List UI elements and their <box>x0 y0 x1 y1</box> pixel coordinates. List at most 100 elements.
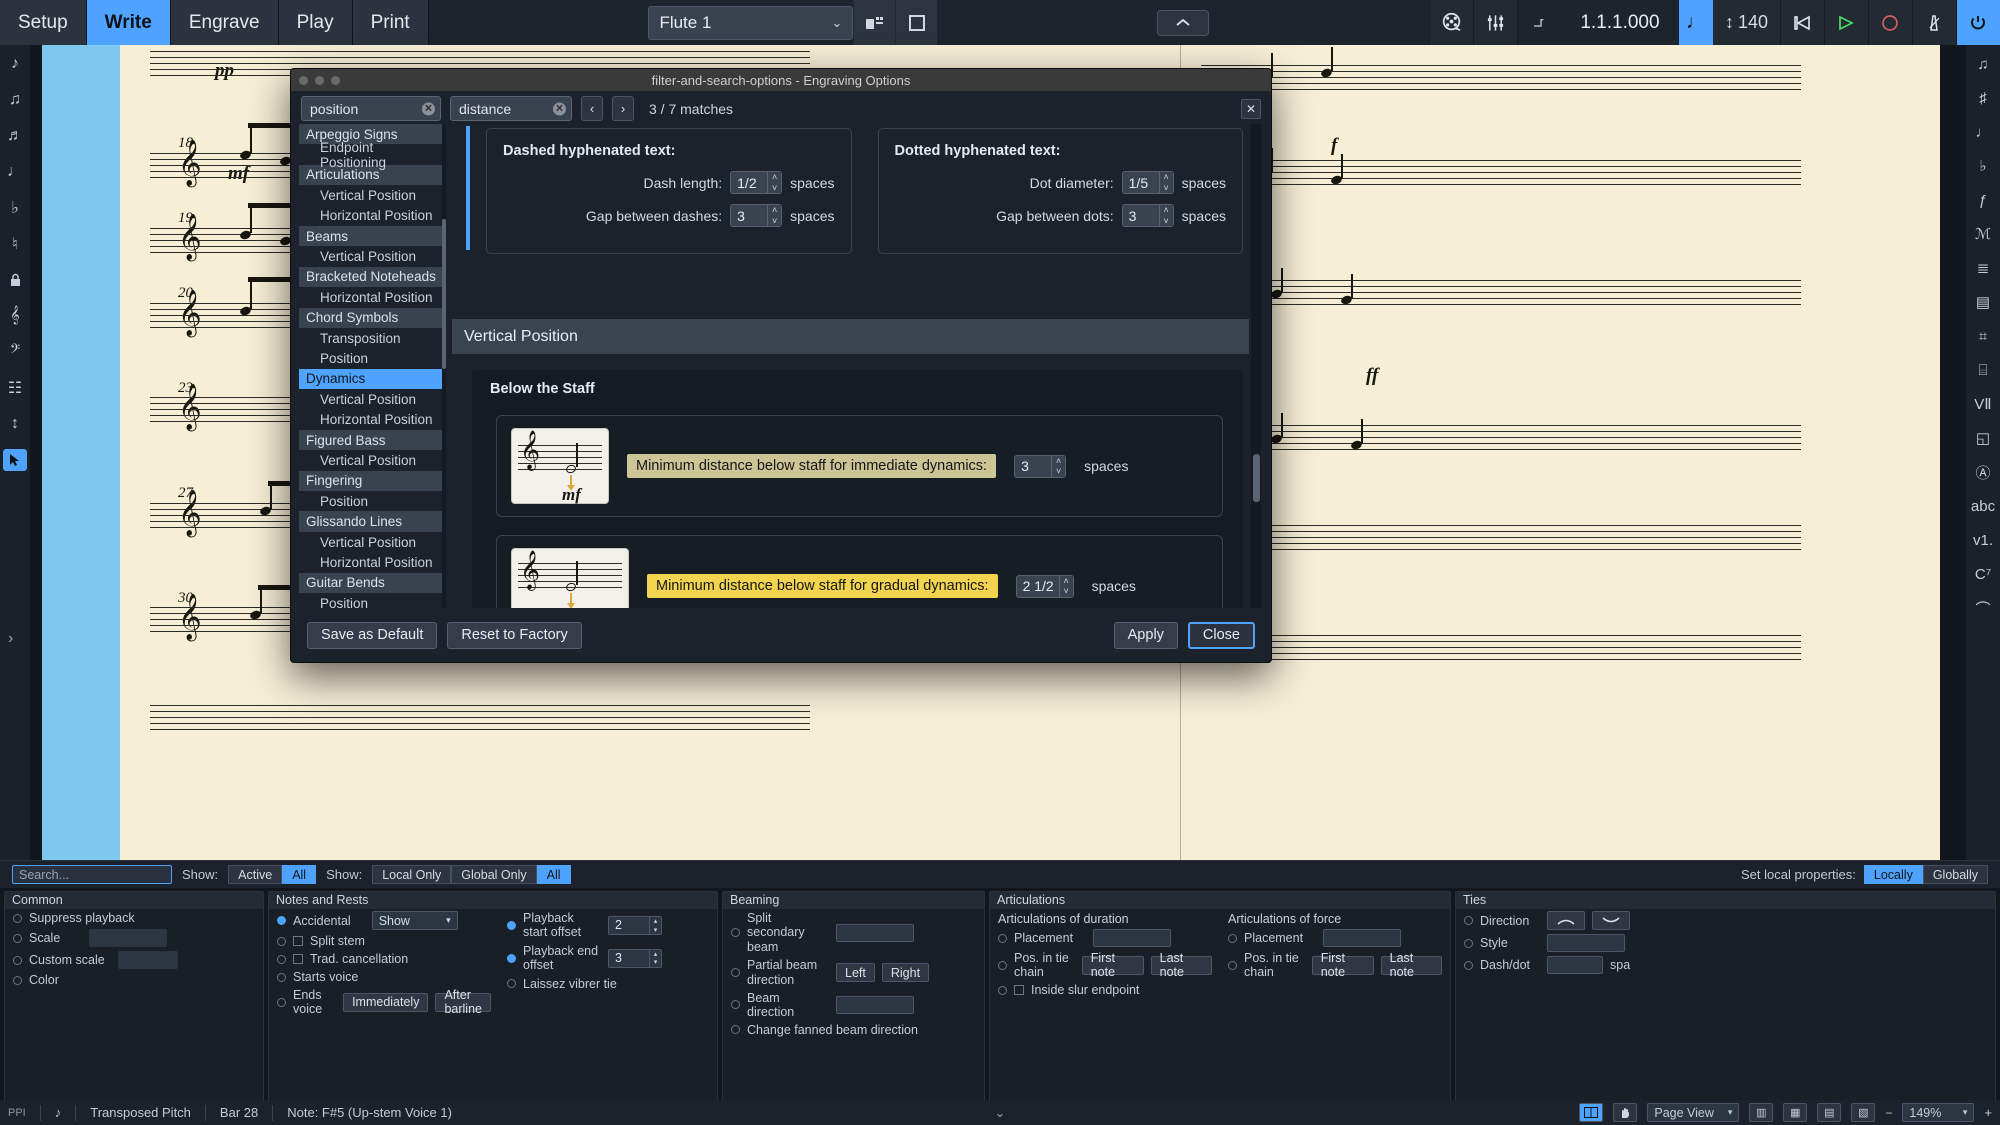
tie-style-radio[interactable] <box>1464 938 1473 948</box>
sidebar-item-position[interactable]: Position <box>299 491 442 512</box>
tab-setup[interactable]: Setup <box>0 0 87 45</box>
change-fanned-beam-radio[interactable] <box>731 1025 740 1035</box>
tie-direction-down-icon[interactable] <box>1592 911 1630 930</box>
custom-scale-input[interactable] <box>117 951 178 969</box>
instrument-selector[interactable]: Flute 1 ⌄ <box>648 5 854 40</box>
playback-end-offset-arrows[interactable]: ▴ ▾ <box>649 949 661 967</box>
gap-dashes-stepper[interactable]: 3 ˄ ˅ <box>730 204 783 227</box>
sidebar-item-horizontal-position[interactable]: Horizontal Position <box>299 287 442 308</box>
play-icon[interactable] <box>1823 0 1868 45</box>
immediate-dynamics-up-icon[interactable]: ˄ <box>1052 456 1065 467</box>
playback-start-offset-row[interactable]: Playback start offset 2 ▴ ▾ <box>499 909 699 942</box>
tab-play[interactable]: Play <box>278 0 353 45</box>
trad-cancellation-row[interactable]: Trad. cancellation <box>269 950 499 968</box>
metronome-icon[interactable] <box>1911 0 1956 45</box>
right-tool-dynamics-icon[interactable]: ƒ <box>1971 189 1995 211</box>
set-local-buttons[interactable]: Locally Globally <box>1863 865 1988 884</box>
previous-match-button[interactable]: ‹ <box>581 96 603 121</box>
playback-end-offset-stepper[interactable]: 3 ▴ ▾ <box>608 948 662 968</box>
options-pane[interactable]: Dashed hyphenated text: Dash length: 1/2… <box>452 124 1261 608</box>
gradual-dynamics-arrows[interactable]: ˄ ˅ <box>1058 575 1073 597</box>
duration-first-note-button[interactable]: First note <box>1081 951 1144 979</box>
collapse-toolbar-button[interactable] <box>1157 9 1210 36</box>
gap-dots-up-icon[interactable]: ˄ <box>1160 205 1173 216</box>
split-stem-radio[interactable] <box>277 936 286 946</box>
playback-end-offset-radio[interactable] <box>507 953 516 963</box>
accidental-select[interactable]: Show ▾ <box>371 911 458 930</box>
mixer-icon[interactable] <box>1428 0 1473 45</box>
layout-options-icon[interactable] <box>853 0 896 45</box>
common-custom-scale-row[interactable]: Custom scale <box>5 949 263 971</box>
dialog-close-icon[interactable]: ✕ <box>1241 98 1261 119</box>
playback-start-offset-stepper[interactable]: 2 ▴ ▾ <box>608 915 662 935</box>
right-tool-lyrics-icon[interactable]: abc <box>1971 495 1995 517</box>
force-last-note-button[interactable]: Last note <box>1380 951 1442 979</box>
tool-dynamics-icon[interactable]: ♭ <box>3 197 27 219</box>
inside-slur-endpoint-checkbox[interactable] <box>1014 985 1024 995</box>
trad-cancellation-checkbox[interactable] <box>293 954 303 964</box>
sidebar-item-position[interactable]: Position <box>299 592 442 608</box>
next-match-button[interactable]: › <box>612 96 634 121</box>
set-globally-button[interactable]: Globally <box>1922 865 1988 884</box>
gradual-dynamics-up-icon[interactable]: ˄ <box>1060 576 1073 587</box>
gradual-dynamics-stepper[interactable]: 2 1/2 ˄ ˅ <box>1015 574 1074 598</box>
right-tool-intervals-icon[interactable]: ♯ <box>1971 87 1995 109</box>
gap-dots-stepper[interactable]: 3 ˄ ˅ <box>1121 204 1174 227</box>
category-sidebar[interactable]: Arpeggio Signs Endpoint Positioning Articu… <box>299 124 446 608</box>
close-button[interactable]: Close <box>1187 621 1255 649</box>
tool-select-icon[interactable] <box>3 449 27 471</box>
sidebar-item-chord-symbols[interactable]: Chord Symbols <box>299 307 442 328</box>
panel-toggle-icon[interactable] <box>895 0 938 45</box>
right-tool-holds-icon[interactable]: ⌸ <box>1971 359 1995 381</box>
sidebar-item-figured-bass[interactable]: Figured Bass <box>299 429 442 451</box>
options-scrollbar-thumb[interactable] <box>1253 454 1260 502</box>
expand-left-panel-icon[interactable]: › <box>8 630 13 648</box>
gap-dots-down-icon[interactable]: ˅ <box>1160 216 1173 227</box>
category-list[interactable]: Arpeggio Signs Endpoint Positioning Articu… <box>299 124 442 608</box>
ends-voice-radio[interactable] <box>277 997 286 1007</box>
sidebar-item-position[interactable]: Position <box>299 348 442 369</box>
sidebar-item-dynamics[interactable]: Dynamics <box>299 368 442 390</box>
immediate-dynamics-arrows[interactable]: ˄ ˅ <box>1051 455 1066 477</box>
layout-spread-icon[interactable]: ▥ <box>1749 1103 1774 1122</box>
engraving-options-dialog[interactable]: filter-and-search-options - Engraving Op… <box>290 68 1272 663</box>
tie-direction-radio[interactable] <box>1464 916 1473 925</box>
search-input-wrapper[interactable]: distance ✕ <box>450 96 572 121</box>
sidebar-item-vertical-position[interactable]: Vertical Position <box>299 185 442 206</box>
tempo-display[interactable]: ↕ 140 <box>1712 0 1780 45</box>
force-placement-radio[interactable] <box>1228 933 1237 943</box>
starts-voice-row[interactable]: Starts voice <box>269 968 499 986</box>
force-first-note-button[interactable]: First note <box>1311 951 1374 979</box>
right-tool-lines-icon[interactable]: ≣ <box>1971 257 1995 279</box>
tie-direction-up-icon[interactable] <box>1547 911 1585 930</box>
tool-accidentals-icon[interactable]: ♮ <box>3 233 27 255</box>
duration-placement-radio[interactable] <box>998 933 1007 943</box>
right-tool-text-icon[interactable]: Ⓐ <box>1971 461 1995 483</box>
zoom-out-icon[interactable]: − <box>1885 1106 1892 1120</box>
right-tool-chords-icon[interactable]: C⁷ <box>1971 563 1995 585</box>
split-secondary-beam-radio[interactable] <box>731 928 740 938</box>
inside-slur-endpoint-radio[interactable] <box>998 985 1007 995</box>
sidebar-item-horizontal-position[interactable]: Horizontal Position <box>299 409 442 430</box>
collapse-properties-icon[interactable]: ⌄ <box>995 1105 1006 1121</box>
dot-diameter-up-icon[interactable]: ˄ <box>1160 172 1173 183</box>
dash-length-up-icon[interactable]: ˄ <box>768 172 781 183</box>
partial-beam-direction-row[interactable]: Partial beam direction Left Right <box>723 956 984 989</box>
right-tool-voice-icon[interactable]: v1. <box>1971 529 1995 551</box>
common-scale-row[interactable]: Scale <box>5 927 263 949</box>
starts-voice-radio[interactable] <box>277 972 286 982</box>
scale-input[interactable] <box>89 929 168 947</box>
duration-placement-row[interactable]: Placement <box>990 927 1220 949</box>
scope-all-button[interactable]: All <box>536 865 571 884</box>
playback-start-offset-radio[interactable] <box>507 920 516 930</box>
clear-filter-icon[interactable]: ✕ <box>422 102 435 115</box>
sidebar-item-transposition[interactable]: Transposition <box>299 327 442 349</box>
window-controls[interactable] <box>299 75 340 85</box>
partial-beam-right-button[interactable]: Right <box>881 963 930 982</box>
show-active-button[interactable]: Active <box>228 865 283 884</box>
beam-direction-input[interactable] <box>836 995 914 1014</box>
sidebar-scrollbar-track[interactable] <box>442 124 446 608</box>
sidebar-item-vertical-position[interactable]: Vertical Position <box>299 389 442 410</box>
split-secondary-beam-row[interactable]: Split secondary beam <box>723 909 984 956</box>
window-close-icon[interactable] <box>299 75 308 85</box>
